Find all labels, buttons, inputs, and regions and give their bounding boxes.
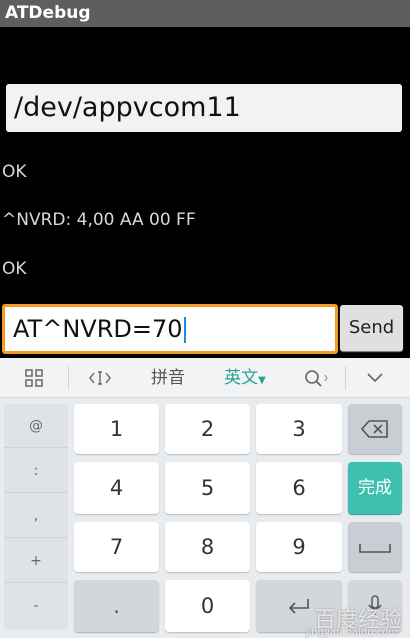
done-button[interactable]: 完成 bbox=[348, 462, 402, 514]
symbol-key[interactable]: - bbox=[4, 584, 68, 628]
grid-menu-icon[interactable] bbox=[14, 358, 54, 398]
english-mode-label: 英文 bbox=[224, 368, 259, 388]
backspace-icon[interactable] bbox=[348, 404, 402, 454]
key-2[interactable]: 2 bbox=[165, 404, 250, 454]
symbol-column: @ : , + - bbox=[4, 404, 68, 630]
key-dot[interactable]: . bbox=[74, 580, 159, 632]
command-text: AT^NVRD=70 bbox=[13, 315, 183, 343]
symbol-key[interactable]: @ bbox=[4, 404, 68, 448]
pinyin-mode[interactable]: 拼音 bbox=[138, 358, 198, 398]
divider bbox=[345, 366, 346, 390]
key-6[interactable]: 6 bbox=[256, 462, 342, 514]
numeric-keyboard: @ : , + - 1 2 3 4 5 6 完成 7 8 9 . 0 百度经验 … bbox=[0, 398, 410, 638]
log-line: OK bbox=[2, 162, 27, 182]
command-input[interactable]: AT^NVRD=70 bbox=[2, 304, 338, 354]
symbol-key[interactable]: + bbox=[4, 539, 68, 583]
divider bbox=[68, 366, 69, 390]
send-button[interactable]: Send bbox=[340, 305, 403, 351]
key-4[interactable]: 4 bbox=[74, 462, 159, 514]
key-3[interactable]: 3 bbox=[256, 404, 342, 454]
device-path-field[interactable]: /dev/appvcom11 bbox=[6, 84, 402, 132]
key-8[interactable]: 8 bbox=[165, 522, 250, 572]
key-5[interactable]: 5 bbox=[165, 462, 250, 514]
text-cursor bbox=[183, 317, 186, 343]
cursor-move-icon[interactable] bbox=[80, 358, 120, 398]
watermark-url: jingyan.baidu.com bbox=[305, 627, 398, 638]
key-9[interactable]: 9 bbox=[256, 522, 342, 572]
symbol-key[interactable]: , bbox=[4, 494, 68, 538]
log-line: ^NVRD: 4,00 AA 00 FF bbox=[2, 210, 196, 230]
app-title: ATDebug bbox=[0, 0, 410, 27]
english-mode[interactable]: 英文▼ bbox=[218, 358, 272, 398]
key-1[interactable]: 1 bbox=[74, 404, 159, 454]
collapse-keyboard-icon[interactable] bbox=[355, 358, 395, 398]
search-icon[interactable] bbox=[296, 358, 336, 398]
space-icon[interactable] bbox=[348, 522, 402, 572]
key-0[interactable]: 0 bbox=[165, 580, 250, 632]
log-line: OK bbox=[2, 259, 27, 279]
ime-toolbar: 拼音 英文▼ bbox=[0, 358, 410, 398]
key-7[interactable]: 7 bbox=[74, 522, 159, 572]
dropdown-caret-icon: ▼ bbox=[258, 375, 266, 386]
symbol-key[interactable]: : bbox=[4, 449, 68, 493]
